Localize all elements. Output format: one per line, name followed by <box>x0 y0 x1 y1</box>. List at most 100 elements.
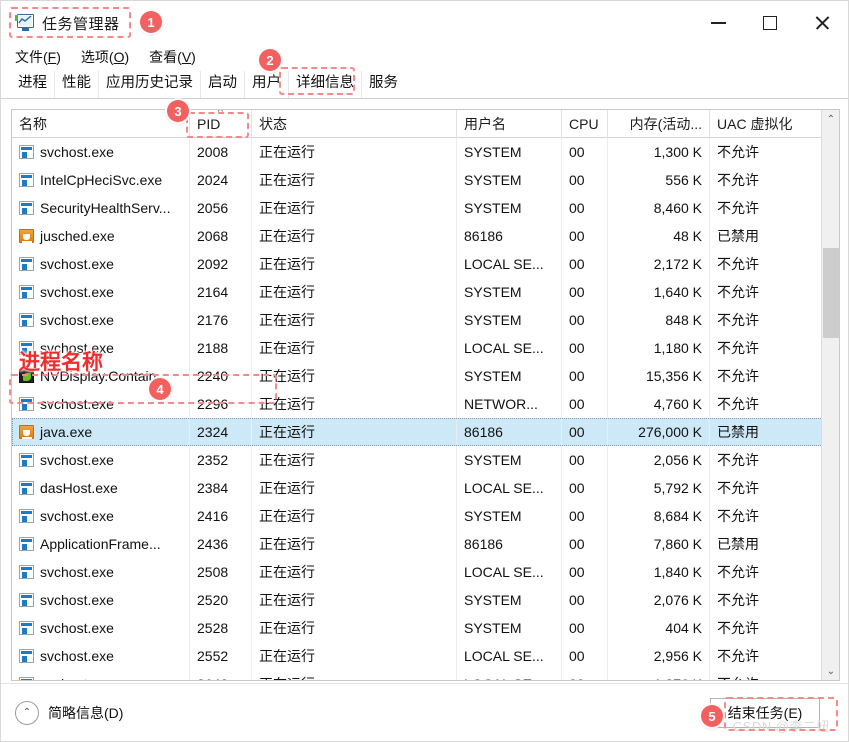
table-row[interactable]: svchost.exe 2552 正在运行 LOCAL SE... 00 2,956 K不… <box>12 642 839 670</box>
menu-item-view-accel: V <box>181 49 192 65</box>
cell-status: 正在运行 <box>252 166 457 194</box>
service-icon <box>19 397 34 411</box>
cell-name: java.exe <box>12 418 190 446</box>
vertical-scrollbar[interactable]: ⌃ ⌄ <box>821 110 839 680</box>
process-name-text: dasHost.exe <box>40 480 118 496</box>
menu-item-options[interactable]: 选项(O) <box>81 47 129 67</box>
table-row[interactable]: java.exe 2324 正在运行 86186 00 276,000 K 已禁用 <box>12 418 839 446</box>
process-name-text: svchost.exe <box>40 284 114 300</box>
process-name-text: svchost.exe <box>40 508 114 524</box>
cell-pid: 2324 <box>190 418 252 446</box>
menu-item-view[interactable]: 查看(V) <box>149 47 196 67</box>
task-manager-window: 任务管理器 文件(F) 选项(O) 查看(V) 进程 性能 应用历史记录 启动 … <box>0 0 849 742</box>
cell-status: 正在运行 <box>252 502 457 530</box>
table-row[interactable]: svchost.exe 2508 正在运行 LOCAL SE... 00 1,840 K不… <box>12 558 839 586</box>
cell-user: LOCAL SE... <box>457 670 562 680</box>
fewer-details-label: 简略信息(D) <box>48 704 124 721</box>
cell-status: 正在运行 <box>252 390 457 418</box>
table-row[interactable]: dasHost.exe 2384 正在运行 LOCAL SE... 00 5,792 K不… <box>12 474 839 502</box>
title-bar-left: 任务管理器 <box>1 13 120 34</box>
cell-name: svchost.exe <box>12 250 190 278</box>
chevron-up-icon: ⌃ <box>15 700 39 725</box>
menu-item-file[interactable]: 文件(F) <box>15 47 61 67</box>
cell-name: svchost.exe <box>12 306 190 334</box>
cell-name: svchost.exe <box>12 446 190 474</box>
table-row[interactable]: ApplicationFrame... 2436 正在运行 86186 00 7,860 … <box>12 530 839 558</box>
cell-name: IntelCpHeciSvc.exe <box>12 166 190 194</box>
table-row[interactable]: svchost.exe 2296 正在运行 NETWOR... 00 4,760 K 不允许 <box>12 390 839 418</box>
column-header-user[interactable]: 用户名 <box>457 110 562 138</box>
table-row[interactable]: svchost.exe 2008 正在运行 SYSTEM 00 1,300 K 不允许 <box>12 138 839 166</box>
cell-uac: 不允许 <box>710 166 823 194</box>
tab-performance[interactable]: 性能 <box>55 71 99 98</box>
cell-pid: 2528 <box>190 614 252 642</box>
table-row[interactable]: IntelCpHeciSvc.exe 2024 正在运行 SYSTEM 00 556 K不… <box>12 166 839 194</box>
scroll-up-button[interactable]: ⌃ <box>822 110 839 128</box>
column-header-name[interactable]: 名称 <box>12 110 190 138</box>
cell-memory: 1,300 K <box>608 138 710 166</box>
cell-status: 正在运行 <box>252 558 457 586</box>
tab-processes[interactable]: 进程 <box>11 71 55 98</box>
scrollbar-thumb[interactable] <box>823 248 839 338</box>
table-row[interactable]: svchost.exe 2352 正在运行 SYSTEM 00 2,056 K 不允许 <box>12 446 839 474</box>
cell-name: SecurityHealthServ... <box>12 194 190 222</box>
cell-user: LOCAL SE... <box>457 474 562 502</box>
table-row[interactable]: NVDisplay.Contain... 2240 正在运行 SYSTEM 00 15,3… <box>12 362 839 390</box>
column-header-uac[interactable]: UAC 虚拟化 <box>710 110 823 138</box>
tab-app-history[interactable]: 应用历史记录 <box>99 71 201 98</box>
table-row[interactable]: svchost.exe 2188 正在运行 LOCAL SE... 00 1,180 K不… <box>12 334 839 362</box>
cell-cpu: 00 <box>562 194 608 222</box>
table-row[interactable]: svchost.exe 2416 正在运行 SYSTEM 00 8,684 K 不允许 <box>12 502 839 530</box>
tab-startup[interactable]: 启动 <box>201 71 245 98</box>
cell-status: 正在运行 <box>252 334 457 362</box>
table-row[interactable]: jusched.exe 2068 正在运行 86186 00 48 K 已禁用 <box>12 222 839 250</box>
cell-name: svchost.exe <box>12 614 190 642</box>
cell-status: 正在运行 <box>252 138 457 166</box>
cell-pid: 2640 <box>190 670 252 680</box>
tab-services[interactable]: 服务 <box>362 71 405 98</box>
cell-memory: 48 K <box>608 222 710 250</box>
fewer-details-toggle[interactable]: ⌃ 简略信息(D) <box>1 700 124 725</box>
cell-cpu: 00 <box>562 530 608 558</box>
tab-users[interactable]: 用户 <box>245 71 289 98</box>
table-row[interactable]: svchost.exe 2640正在运行LOCAL SE...001,376 K不… <box>12 670 839 680</box>
cell-cpu: 00 <box>562 250 608 278</box>
column-header-cpu[interactable]: CPU <box>562 110 608 138</box>
scroll-down-button[interactable]: ⌄ <box>822 662 839 680</box>
process-name-text: svchost.exe <box>40 144 114 160</box>
annotation-badge-3: 3 <box>167 100 189 122</box>
cell-user: 86186 <box>457 418 562 446</box>
cell-status: 正在运行 <box>252 250 457 278</box>
tab-details[interactable]: 详细信息 <box>289 71 362 98</box>
process-name-text: jusched.exe <box>40 228 115 244</box>
close-button[interactable] <box>796 1 848 45</box>
menu-item-file-accel: F <box>47 49 57 65</box>
table-row[interactable]: svchost.exe 2164 正在运行 SYSTEM 00 1,640 K 不允许 <box>12 278 839 306</box>
cell-uac: 不允许 <box>710 194 823 222</box>
cell-name: dasHost.exe <box>12 474 190 502</box>
menu-item-view-text: 查看 <box>149 49 178 65</box>
table-row[interactable]: svchost.exe 2520 正在运行 SYSTEM 00 2,076 K 不允许 <box>12 586 839 614</box>
service-icon <box>19 481 34 495</box>
process-name-text: svchost.exe <box>40 592 114 608</box>
cell-user: SYSTEM <box>457 138 562 166</box>
cell-memory: 848 K <box>608 306 710 334</box>
cell-memory: 5,792 K <box>608 474 710 502</box>
table-row[interactable]: svchost.exe 2528 正在运行 SYSTEM 00 404 K 不允许 <box>12 614 839 642</box>
cell-uac: 不允许 <box>710 278 823 306</box>
cell-name: svchost.exe <box>12 558 190 586</box>
table-row[interactable]: svchost.exe 2176 正在运行 SYSTEM 00 848 K 不允许 <box>12 306 839 334</box>
cell-uac: 不允许 <box>710 250 823 278</box>
minimize-button[interactable] <box>692 1 744 45</box>
column-header-memory[interactable]: 内存(活动... <box>608 110 710 138</box>
cell-user: SYSTEM <box>457 306 562 334</box>
column-header-status[interactable]: 状态 <box>252 110 457 138</box>
cell-name: jusched.exe <box>12 222 190 250</box>
table-row[interactable]: svchost.exe 2092 正在运行 LOCAL SE... 00 2,172 K不… <box>12 250 839 278</box>
table-row[interactable]: SecurityHealthServ... 2056 正在运行 SYSTEM 00 8,4… <box>12 194 839 222</box>
maximize-button[interactable] <box>744 1 796 45</box>
column-header-label: 用户名 <box>464 115 506 132</box>
column-header-pid[interactable]: PID ^ <box>190 110 252 138</box>
cell-user: LOCAL SE... <box>457 642 562 670</box>
table-header-row: 名称 PID ^ 状态 用户名 CPU 内存(活动... UAC 虚拟化 <box>12 110 839 138</box>
